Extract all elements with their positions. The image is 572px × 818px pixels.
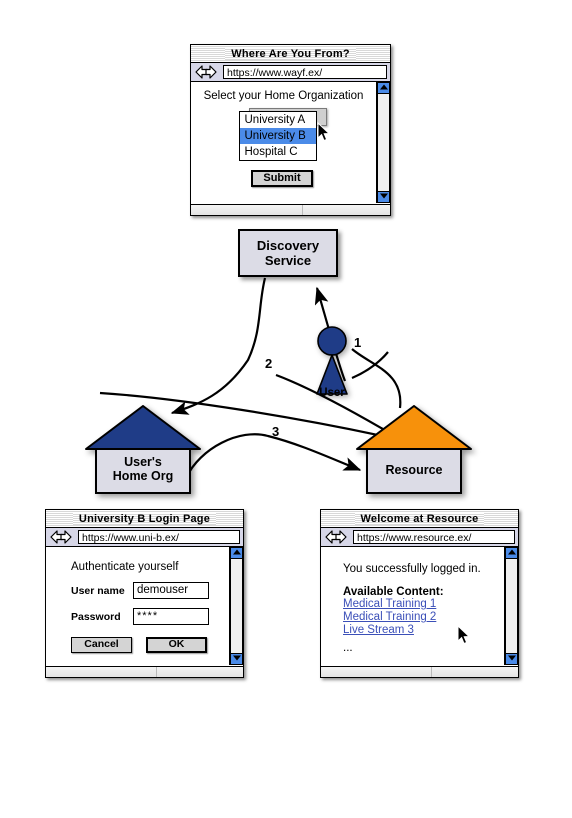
password-input[interactable]: **** bbox=[133, 608, 209, 625]
scroll-down-icon[interactable] bbox=[505, 653, 518, 665]
ok-button[interactable]: OK bbox=[146, 637, 207, 653]
login-button-row: Cancel OK bbox=[46, 637, 229, 653]
scroll-up-icon[interactable] bbox=[230, 547, 243, 559]
resource-url-field[interactable]: https://www.resource.ex/ bbox=[353, 530, 515, 544]
content-ellipsis: ... bbox=[343, 642, 353, 654]
username-label: User name bbox=[71, 584, 125, 597]
password-label: Password bbox=[71, 610, 121, 623]
arrow-step-3-to-resource bbox=[185, 433, 362, 479]
user-label: User bbox=[319, 387, 345, 399]
password-row: Password **** bbox=[46, 608, 229, 625]
resource-status-bar bbox=[321, 666, 518, 677]
login-content-area: Authenticate yourself User name demouser… bbox=[46, 547, 243, 665]
home-org-house: User's Home Org bbox=[84, 403, 202, 495]
resource-window-title: Welcome at Resource bbox=[354, 512, 485, 525]
scroll-track[interactable] bbox=[230, 559, 243, 653]
login-success-message: You successfully logged in. bbox=[343, 563, 481, 575]
scroll-track[interactable] bbox=[505, 559, 518, 653]
step-number-1: 1 bbox=[354, 335, 362, 350]
link-live-stream-3[interactable]: Live Stream 3 bbox=[321, 624, 414, 637]
link-medical-training-2[interactable]: Medical Training 2 bbox=[321, 611, 436, 624]
step-number-2: 2 bbox=[265, 356, 273, 371]
step-number-3: 3 bbox=[272, 424, 280, 439]
link-medical-training-1[interactable]: Medical Training 1 bbox=[321, 598, 436, 611]
login-vertical-scrollbar[interactable] bbox=[230, 547, 243, 665]
login-browser-window: University B Login Page https://www.uni-… bbox=[45, 509, 244, 678]
cancel-button[interactable]: Cancel bbox=[71, 637, 132, 653]
username-row: User name demouser bbox=[46, 582, 229, 599]
login-window-title: University B Login Page bbox=[72, 512, 217, 525]
resource-content-area: You successfully logged in. Available Co… bbox=[321, 547, 518, 665]
resource-vertical-scrollbar[interactable] bbox=[505, 547, 518, 665]
scroll-down-icon[interactable] bbox=[230, 653, 243, 665]
login-url-field[interactable]: https://www.uni-b.ex/ bbox=[78, 530, 240, 544]
available-content-heading: Available Content: bbox=[343, 586, 444, 598]
resource-house: Resource bbox=[355, 403, 473, 495]
arrow-step-1-resource-curve bbox=[351, 348, 402, 409]
authenticate-heading: Authenticate yourself bbox=[71, 561, 179, 573]
back-forward-arrows-icon[interactable] bbox=[324, 530, 350, 544]
login-url-bar: https://www.uni-b.ex/ bbox=[46, 528, 243, 547]
resource-titlebar: Welcome at Resource bbox=[321, 510, 518, 528]
resource-browser-window: Welcome at Resource https://www.resource… bbox=[320, 509, 519, 678]
arrow-step-2-to-home-org bbox=[170, 277, 267, 415]
scroll-up-icon[interactable] bbox=[505, 547, 518, 559]
login-page: Authenticate yourself User name demouser… bbox=[46, 547, 230, 665]
arrow-step-1-stub bbox=[351, 351, 389, 380]
back-forward-arrows-icon[interactable] bbox=[49, 530, 75, 544]
login-titlebar: University B Login Page bbox=[46, 510, 243, 528]
username-input[interactable]: demouser bbox=[133, 582, 209, 599]
resource-url-bar: https://www.resource.ex/ bbox=[321, 528, 518, 547]
login-status-bar bbox=[46, 666, 243, 677]
resource-page: You successfully logged in. Available Co… bbox=[321, 547, 505, 665]
